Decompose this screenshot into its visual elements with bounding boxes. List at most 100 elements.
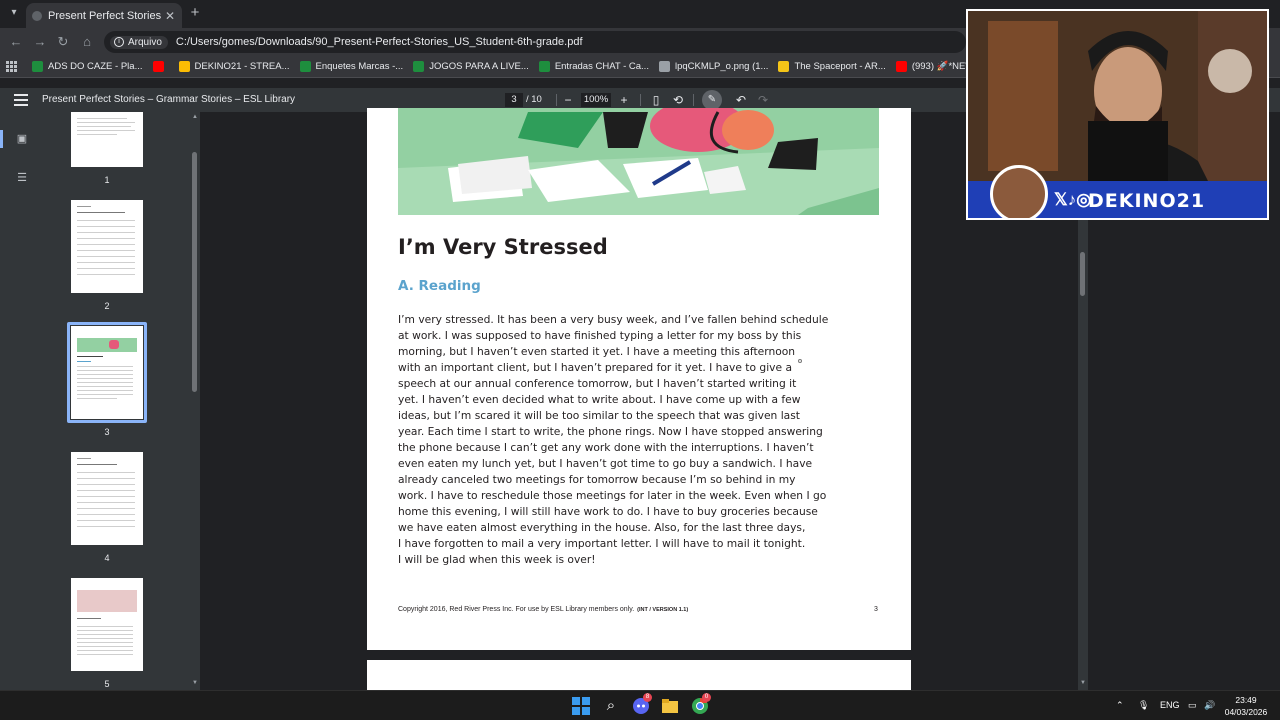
scroll-up-arrow-icon[interactable]: ▲	[190, 114, 200, 120]
url-text: C:/Users/gomes/Downloads/90_Present-Perf…	[175, 36, 583, 48]
discord-icon[interactable]: 8	[632, 693, 652, 715]
drive-icon	[178, 61, 190, 72]
bookmark-item[interactable]: JOGOS PARA A LIVE...	[413, 61, 529, 72]
zoom-in-button[interactable]: +	[617, 93, 631, 107]
bookmark-label: ADS DO CAZE - Pla...	[48, 61, 143, 72]
passage-line: morning, but I haven’t even started it y…	[398, 345, 796, 358]
forward-button[interactable]: →	[32, 34, 48, 50]
undo-icon[interactable]: ↶	[734, 93, 748, 107]
annotate-pen-icon[interactable]: ✎	[702, 90, 722, 110]
passage-line: yet. I haven’t even decided what to writ…	[398, 393, 801, 406]
spaceport-icon	[778, 61, 790, 72]
page-thumbnail[interactable]	[71, 578, 143, 671]
home-button[interactable]: ⌂	[79, 34, 95, 50]
file-explorer-icon[interactable]	[661, 697, 679, 715]
passage-line: the phone because I can’t get any work d…	[398, 441, 814, 454]
sidebar-rail: ▣ ☰	[0, 112, 44, 690]
volume-icon[interactable]: 🔊	[1204, 700, 1215, 711]
scrollbar-thumb[interactable]	[192, 152, 197, 392]
chevron-up-icon[interactable]: ⌃	[1116, 700, 1124, 711]
tab-close-icon[interactable]: ✕	[164, 9, 176, 23]
menu-icon[interactable]	[14, 94, 28, 106]
passage-line: I’m very stressed. It has been a very bu…	[398, 313, 829, 326]
thumbnail-scrollbar[interactable]: ▲ ▼	[190, 112, 200, 690]
bookmark-item[interactable]	[152, 61, 169, 72]
bookmark-item[interactable]: Entradas CHAT - Ca...	[538, 61, 649, 72]
reading-passage: I’m very stressed. It has been a very bu…	[398, 312, 829, 568]
browser-tab[interactable]: Present Perfect Stories – Gramm ✕	[26, 3, 182, 28]
page-illustration	[398, 108, 879, 215]
globe-icon	[658, 61, 670, 72]
scroll-down-arrow-icon[interactable]: ▼	[1078, 680, 1088, 686]
bookmark-item[interactable]: DEKINO21 - STREA...	[178, 61, 290, 72]
windows-taskbar: ⌕ 8 0 ⌃ 🎙 ENG ▭ 🔊 23:49 04/03/2026	[0, 690, 1280, 720]
bookmark-item[interactable]: ADS DO CAZE - Pla...	[32, 61, 143, 72]
zoom-out-button[interactable]: −	[561, 93, 575, 107]
webcam-overlay: 𝕏♪◎ DEKINO21	[966, 9, 1269, 220]
rotate-icon[interactable]: ⟲	[671, 93, 685, 107]
reload-button[interactable]: ↻	[55, 34, 71, 50]
chrome-icon[interactable]: 0	[691, 693, 711, 715]
toolbar-divider	[556, 94, 557, 106]
sheets-icon	[538, 61, 550, 72]
page-footer: Copyright 2016, Red River Press Inc. For…	[398, 606, 688, 613]
document-title: Present Perfect Stories – Grammar Storie…	[42, 94, 296, 105]
bookmark-label: Enquetes Marcas -...	[315, 61, 404, 72]
page-thumbnail[interactable]	[71, 112, 143, 167]
passage-line: home this evening, I will still have wor…	[398, 505, 818, 518]
scrollbar-thumb[interactable]	[1080, 252, 1085, 296]
zoom-input[interactable]: 100%	[581, 93, 611, 107]
tab-search-button[interactable]: ▾	[6, 5, 22, 21]
passage-line: year. Each time I start to write, the ph…	[398, 425, 823, 438]
page-thumbnail[interactable]	[71, 200, 143, 293]
system-clock[interactable]: 23:49 04/03/2026	[1218, 694, 1274, 718]
microphone-icon[interactable]: 🎙	[1138, 700, 1149, 711]
redo-icon[interactable]: ↷	[756, 93, 770, 107]
thumbnails-icon[interactable]: ▣	[15, 132, 29, 146]
start-button-icon[interactable]	[572, 697, 590, 715]
toolbar-divider	[640, 94, 641, 106]
search-icon[interactable]: ⌕	[602, 697, 620, 715]
site-info-chip[interactable]: i Arquivo	[110, 35, 168, 49]
passage-line: speech at our annual conference tomorrow…	[398, 377, 797, 390]
outline-icon[interactable]: ☰	[15, 171, 29, 185]
new-tab-button[interactable]: +	[188, 5, 202, 20]
bookmark-label: The Spaceport - AR...	[794, 61, 886, 72]
streamer-handle: DEKINO21	[1088, 190, 1206, 212]
story-title: I’m Very Stressed	[398, 235, 608, 259]
page-number-input[interactable]: 3	[505, 93, 523, 107]
passage-line: even eaten my lunch yet, but I haven’t g…	[398, 457, 813, 470]
language-indicator[interactable]: ENG	[1160, 700, 1180, 710]
avatar	[990, 165, 1048, 218]
active-indicator	[0, 130, 3, 148]
thumbnail-number: 2	[104, 301, 110, 311]
bookmark-item[interactable]: The Spaceport - AR...	[778, 61, 886, 72]
mouse-cursor	[798, 359, 802, 363]
back-button[interactable]: ←	[8, 34, 24, 50]
bookmark-item[interactable]: lpqCKMLP_o.png (1...	[658, 61, 769, 72]
tab-title: Present Perfect Stories – Gramm	[48, 9, 164, 22]
page-thumbnail[interactable]	[71, 452, 143, 545]
sheets-icon	[413, 61, 425, 72]
bookmark-label: lpqCKMLP_o.png (1...	[674, 61, 769, 72]
social-banner: 𝕏♪◎ DEKINO21	[968, 165, 1267, 218]
apps-grid-icon[interactable]	[6, 60, 18, 73]
fit-page-icon[interactable]: ▯	[649, 93, 663, 107]
bookmark-label: Entradas CHAT - Ca...	[554, 61, 649, 72]
page-thumbnail-selected[interactable]	[71, 326, 143, 419]
tab-favicon-icon	[32, 10, 42, 21]
youtube-icon	[152, 61, 164, 72]
thumbnail-number: 1	[104, 175, 110, 185]
pdf-page: I’m Very Stressed A. Reading I’m very st…	[367, 108, 911, 650]
thumbnail-panel: 1 2 3 4 5	[44, 112, 200, 690]
passage-line: we have eaten almost everything in the h…	[398, 521, 806, 534]
passage-line: I will be glad when this week is over!	[398, 553, 596, 566]
page-total: / 10	[526, 94, 542, 105]
passage-line: already canceled two meetings for tomorr…	[398, 473, 796, 486]
scroll-down-arrow-icon[interactable]: ▼	[190, 680, 200, 686]
passage-line: ideas, but I’m scared it will be too sim…	[398, 409, 800, 422]
network-icon[interactable]: ▭	[1188, 700, 1197, 711]
bookmark-item[interactable]: Enquetes Marcas -...	[299, 61, 404, 72]
page-number: 3	[874, 606, 878, 613]
address-bar[interactable]: i Arquivo C:/Users/gomes/Downloads/90_Pr…	[104, 31, 966, 53]
